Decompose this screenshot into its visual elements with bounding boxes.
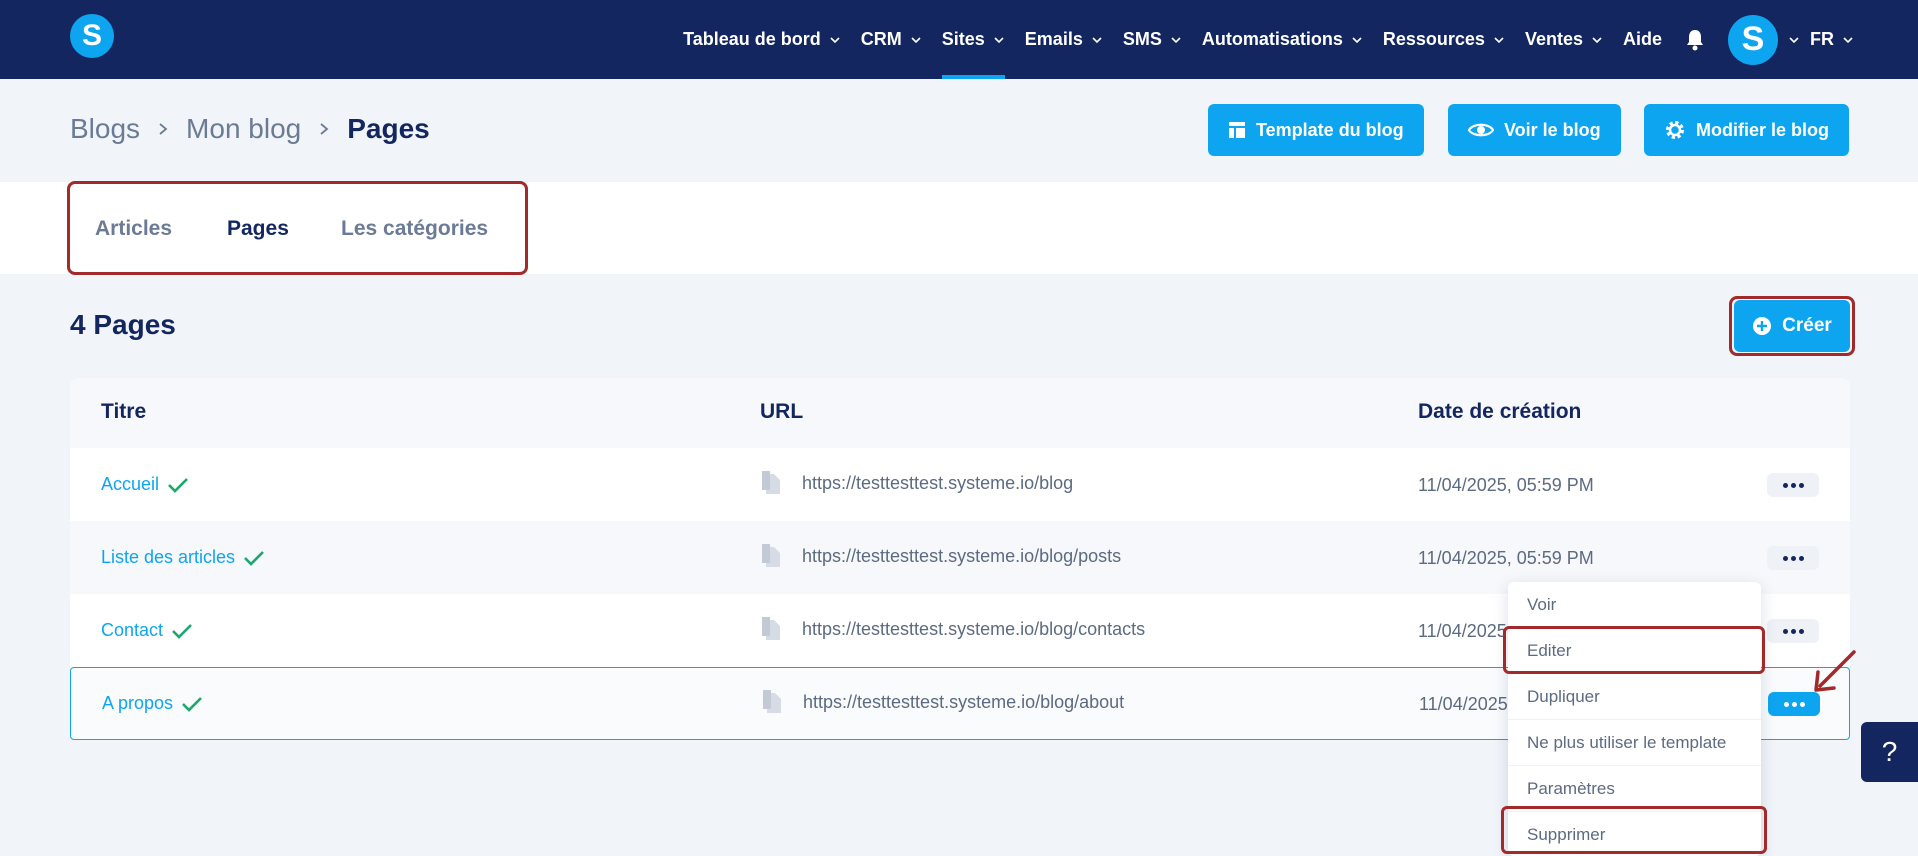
systeme-logo[interactable]: S [70, 14, 114, 58]
gear-icon [1666, 121, 1684, 139]
page-url: https://testtesttest.systeme.io/blog/con… [760, 616, 1145, 642]
language-selector[interactable]: FR [1810, 0, 1854, 79]
creation-date: 11/04/2025, 05:59 PM [1418, 475, 1594, 495]
nav-item-sites[interactable]: Sites [932, 0, 1015, 79]
chevron-down-icon [830, 36, 840, 43]
dot-icon [1791, 701, 1797, 707]
chevron-right-icon [159, 123, 168, 135]
page-count-title: 4 Pages [70, 309, 176, 340]
dot-icon [1798, 628, 1804, 634]
tabs-highlight-box [67, 181, 528, 275]
edit-highlight-box [1503, 626, 1765, 674]
creation-date: 11/04/2025, [1419, 694, 1513, 714]
dot-icon [1790, 555, 1796, 561]
dot-icon [1790, 482, 1796, 488]
page-url: https://testtesttest.systeme.io/blog/pos… [760, 543, 1121, 569]
table-header: Titre URL Date de création [70, 378, 1850, 448]
view-blog-button[interactable]: Voir le blog [1448, 104, 1621, 156]
page-title-link[interactable]: A propos [102, 693, 203, 714]
copy-icon[interactable] [760, 543, 782, 569]
nav-menu: Tableau de bord CRM Sites Emails SMS Aut… [673, 0, 1854, 79]
menu-item-view[interactable]: Voir [1508, 582, 1761, 628]
creation-date: 11/04/2025, [1418, 621, 1512, 641]
dot-icon [1798, 555, 1804, 561]
avatar[interactable]: S [1728, 14, 1778, 65]
breadcrumb-pages: Pages [347, 113, 430, 144]
nav-item-automations[interactable]: Automatisations [1192, 0, 1373, 79]
delete-highlight-box [1501, 806, 1767, 854]
chevron-down-icon [1171, 36, 1181, 43]
breadcrumb-blogs[interactable]: Blogs [70, 113, 140, 145]
chevron-down-icon[interactable] [1788, 34, 1800, 46]
create-highlight-box [1729, 296, 1855, 356]
copy-icon[interactable] [760, 470, 782, 496]
chevron-down-icon [1092, 36, 1102, 43]
dot-icon [1782, 482, 1788, 488]
check-icon [244, 550, 264, 566]
nav-item-resources[interactable]: Ressources [1373, 0, 1515, 79]
chevron-down-icon [1843, 36, 1853, 43]
dot-icon [1782, 628, 1788, 634]
dot-icon [1799, 701, 1805, 707]
nav-item-help[interactable]: Aide [1613, 0, 1672, 79]
page-title-link[interactable]: Contact [101, 620, 193, 641]
top-navbar: S Tableau de bord CRM Sites Emails SMS A… [0, 0, 1918, 79]
table-row: Accueil https://testtesttest.systeme.io/… [70, 448, 1850, 521]
nav-item-sms[interactable]: SMS [1113, 0, 1192, 79]
breadcrumb: Blogs Mon blog Pages [70, 113, 430, 145]
check-icon [168, 477, 188, 493]
check-icon [172, 623, 192, 639]
creation-date: 11/04/2025, 05:59 PM [1418, 548, 1594, 568]
row-actions-button[interactable] [1767, 619, 1819, 643]
menu-item-duplicate[interactable]: Dupliquer [1508, 674, 1761, 720]
column-header-date: Date de création [1418, 400, 1582, 423]
bell-icon[interactable] [1680, 0, 1710, 79]
eye-icon [1468, 123, 1494, 137]
nav-item-emails[interactable]: Emails [1015, 0, 1113, 79]
column-header-url: URL [760, 400, 804, 423]
page-title-link[interactable]: Liste des articles [101, 547, 265, 568]
edit-blog-button[interactable]: Modifier le blog [1644, 104, 1849, 156]
chevron-down-icon [911, 36, 921, 43]
copy-icon[interactable] [761, 689, 783, 715]
chevron-right-icon [320, 123, 329, 135]
row-actions-button[interactable] [1767, 546, 1819, 570]
dot-icon [1782, 555, 1788, 561]
layout-icon [1229, 122, 1245, 138]
arrow-annotation-icon [1814, 650, 1856, 692]
page-url: https://testtesttest.systeme.io/blog [760, 470, 1073, 496]
chevron-down-icon [1494, 36, 1504, 43]
dot-icon [1798, 482, 1804, 488]
nav-item-sales[interactable]: Ventes [1515, 0, 1613, 79]
column-header-title: Titre [101, 400, 147, 423]
nav-item-crm[interactable]: CRM [851, 0, 932, 79]
chevron-down-icon [994, 36, 1004, 43]
dot-icon [1783, 701, 1789, 707]
check-icon [182, 696, 202, 712]
copy-icon[interactable] [760, 616, 782, 642]
page-url: https://testtesttest.systeme.io/blog/abo… [761, 689, 1124, 715]
menu-item-stop-template[interactable]: Ne plus utiliser le template [1508, 720, 1761, 766]
breadcrumb-my-blog[interactable]: Mon blog [186, 113, 301, 145]
blog-template-button[interactable]: Template du blog [1208, 104, 1424, 156]
help-button[interactable]: ? [1861, 722, 1918, 782]
page-title-link[interactable]: Accueil [101, 474, 189, 495]
row-actions-button[interactable] [1767, 473, 1819, 497]
nav-item-dashboard[interactable]: Tableau de bord [673, 0, 851, 79]
chevron-down-icon [1352, 36, 1362, 43]
chevron-down-icon [1592, 36, 1602, 43]
dot-icon [1790, 628, 1796, 634]
